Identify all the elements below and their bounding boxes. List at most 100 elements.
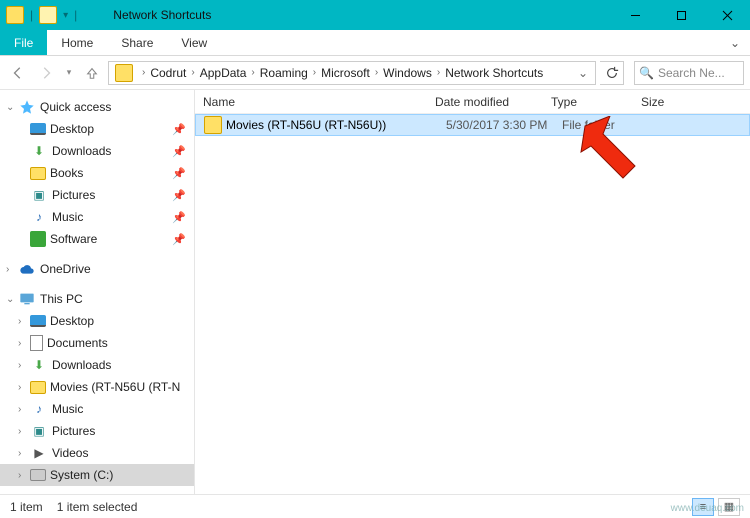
sidebar-item[interactable]: › ♪ Music: [0, 398, 194, 420]
chevron-down-icon[interactable]: ⌄: [6, 102, 18, 113]
quick-access-label: Quick access: [40, 100, 111, 114]
chevron-right-icon[interactable]: ›: [6, 264, 18, 275]
pc-icon: [18, 290, 36, 308]
chevron-down-icon[interactable]: ⌄: [6, 294, 18, 305]
sidebar-item-label: Pictures: [52, 424, 95, 438]
sidebar-item[interactable]: ⬇ Downloads 📌: [0, 140, 194, 162]
forward-button[interactable]: [34, 61, 58, 85]
folder-icon: [204, 116, 222, 134]
file-tab[interactable]: File: [0, 30, 47, 55]
minimize-button[interactable]: [612, 0, 658, 30]
pin-icon: 📌: [172, 211, 190, 224]
sidebar-item[interactable]: › System (C:): [0, 464, 194, 486]
pin-icon: 📌: [172, 167, 190, 180]
column-size[interactable]: Size: [633, 95, 703, 109]
column-date[interactable]: Date modified: [427, 95, 543, 109]
pin-icon: 📌: [172, 123, 190, 136]
sidebar-item[interactable]: › Movies (RT-N56U (RT-N: [0, 376, 194, 398]
address-bar: ▾ › Codrut› AppData› Roaming› Microsoft›…: [0, 56, 750, 90]
onedrive-root[interactable]: › OneDrive: [0, 258, 194, 280]
download-icon: ⬇: [30, 356, 48, 374]
status-selected: 1 item selected: [57, 500, 138, 514]
thispc-root[interactable]: ⌄ This PC: [0, 288, 194, 310]
pin-icon: 📌: [172, 145, 190, 158]
desktop-icon: [30, 123, 46, 135]
sidebar-item[interactable]: › ⬇ Downloads: [0, 354, 194, 376]
sidebar-item-label: Videos: [52, 446, 88, 460]
sidebar-item-label: Music: [52, 402, 83, 416]
videos-icon: ▶: [30, 444, 48, 462]
folder-icon: [30, 167, 46, 180]
folder-icon: [6, 6, 24, 24]
sidebar-item[interactable]: › Desktop: [0, 310, 194, 332]
breadcrumb[interactable]: › Codrut› AppData› Roaming› Microsoft› W…: [108, 61, 596, 85]
chevron-right-icon[interactable]: ›: [18, 360, 30, 371]
close-button[interactable]: [704, 0, 750, 30]
recent-dropdown[interactable]: ▾: [62, 61, 76, 85]
search-placeholder: Search Ne...: [658, 66, 725, 80]
status-count: 1 item: [10, 500, 43, 514]
main-pane: ⌄ Quick access Desktop 📌 ⬇ Downloads 📌 B…: [0, 90, 750, 494]
chevron-right-icon[interactable]: ›: [18, 426, 30, 437]
ribbon-tabs: File Home Share View ⌄: [0, 30, 750, 56]
tab-share[interactable]: Share: [107, 30, 167, 55]
tab-home[interactable]: Home: [47, 30, 107, 55]
column-headers[interactable]: Name Date modified Type Size: [195, 90, 750, 114]
file-name: Movies (RT-N56U (RT-N56U)): [226, 118, 446, 132]
navigation-tree[interactable]: ⌄ Quick access Desktop 📌 ⬇ Downloads 📌 B…: [0, 90, 195, 494]
up-button[interactable]: [80, 61, 104, 85]
file-row[interactable]: Movies (RT-N56U (RT-N56U)) 5/30/2017 3:3…: [195, 114, 750, 136]
maximize-button[interactable]: [658, 0, 704, 30]
sidebar-item[interactable]: ▣ Pictures 📌: [0, 184, 194, 206]
sidebar-item[interactable]: › Documents: [0, 332, 194, 354]
folder-icon: [30, 381, 46, 394]
sidebar-item[interactable]: Desktop 📌: [0, 118, 194, 140]
cloud-icon: [18, 260, 36, 278]
column-type[interactable]: Type: [543, 95, 633, 109]
sidebar-item[interactable]: Software 📌: [0, 228, 194, 250]
breadcrumb-item[interactable]: Roaming›: [260, 66, 321, 80]
sidebar-item-label: Downloads: [52, 144, 111, 158]
software-icon: [30, 231, 46, 247]
title-bar: | ▾ | Network Shortcuts: [0, 0, 750, 30]
breadcrumb-item[interactable]: AppData›: [200, 66, 260, 80]
breadcrumb-item[interactable]: Windows›: [383, 66, 445, 80]
sidebar-item-label: Software: [50, 232, 97, 246]
window-buttons: [612, 0, 750, 30]
chevron-right-icon[interactable]: ›: [18, 448, 30, 459]
chevron-right-icon[interactable]: ›: [18, 338, 30, 349]
breadcrumb-item[interactable]: Microsoft›: [321, 66, 383, 80]
ribbon-expand-icon[interactable]: ⌄: [720, 30, 750, 55]
chevron-right-icon[interactable]: ›: [18, 382, 30, 393]
search-icon: 🔍: [639, 66, 654, 80]
pin-icon: 📌: [172, 233, 190, 246]
sidebar-item[interactable]: › ▶ Videos: [0, 442, 194, 464]
file-list: Name Date modified Type Size Movies (RT-…: [195, 90, 750, 494]
chevron-right-icon[interactable]: ›: [18, 470, 30, 481]
breadcrumb-item[interactable]: Codrut›: [150, 66, 199, 80]
sidebar-item[interactable]: › ▣ Pictures: [0, 420, 194, 442]
crumb-sep[interactable]: ›: [137, 67, 150, 78]
sidebar-item-label: Documents: [47, 336, 108, 350]
refresh-button[interactable]: [600, 61, 624, 85]
sidebar-item-label: Movies (RT-N56U (RT-N: [50, 380, 180, 394]
qat-chevron[interactable]: ▾: [61, 10, 70, 21]
chevron-right-icon[interactable]: ›: [18, 316, 30, 327]
documents-icon: [30, 335, 43, 351]
sidebar-item-label: Desktop: [50, 314, 94, 328]
folder-open-icon: [39, 6, 57, 24]
address-dropdown-icon[interactable]: ⌄: [573, 66, 593, 80]
chevron-right-icon[interactable]: ›: [18, 404, 30, 415]
qat-divider: |: [28, 8, 35, 22]
qat-sep: |: [74, 8, 77, 22]
back-button[interactable]: [6, 61, 30, 85]
window-title: Network Shortcuts: [83, 8, 612, 22]
search-input[interactable]: 🔍 Search Ne...: [634, 61, 744, 85]
tab-view[interactable]: View: [167, 30, 221, 55]
breadcrumb-item[interactable]: Network Shortcuts: [445, 66, 543, 80]
quick-access-toolbar: | ▾ |: [0, 6, 83, 24]
sidebar-item[interactable]: ♪ Music 📌: [0, 206, 194, 228]
sidebar-item[interactable]: Books 📌: [0, 162, 194, 184]
quick-access-root[interactable]: ⌄ Quick access: [0, 96, 194, 118]
column-name[interactable]: Name: [195, 95, 427, 109]
